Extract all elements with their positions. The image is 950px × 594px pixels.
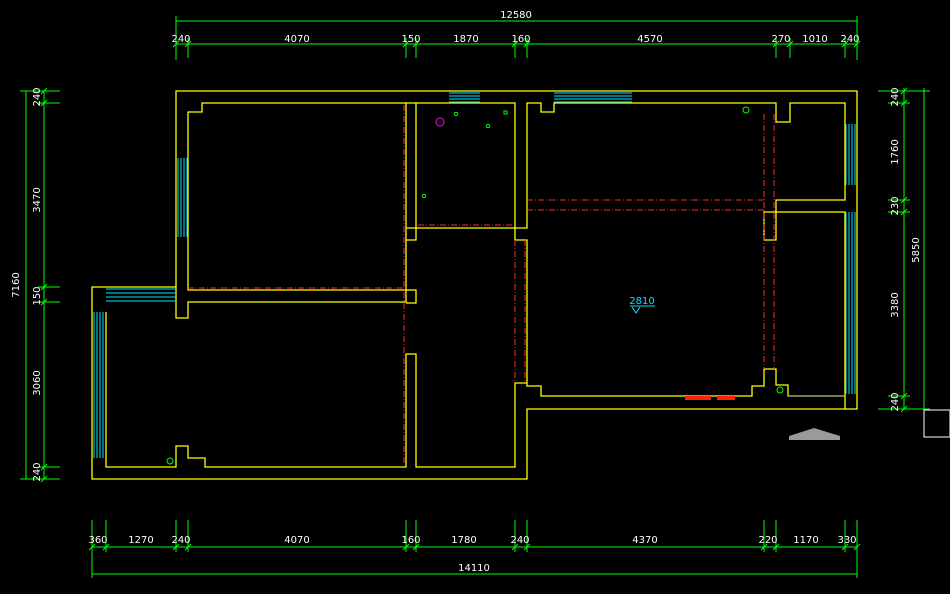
window-right-upper	[845, 124, 856, 185]
dim-left-5: 240	[32, 462, 43, 481]
radiator-icon	[717, 396, 735, 400]
hidden-lines	[188, 105, 775, 465]
walls	[91, 90, 858, 480]
dim-right-5: 240	[890, 392, 901, 411]
dim-top-6: 4570	[637, 34, 662, 45]
top-dimensions: 12580 240 4070 150 1870 160 4570 270 101…	[171, 10, 861, 60]
dim-right-3: 230	[890, 196, 901, 215]
dim-left-3: 150	[32, 286, 43, 305]
dim-bottom-9: 220	[758, 535, 777, 546]
bathroom-wall	[415, 102, 516, 229]
bedroom-divider-wall	[175, 287, 417, 319]
elevation-mark: 2810	[629, 296, 655, 314]
balcony-edge	[788, 395, 846, 409]
dim-right-2: 1760	[890, 139, 901, 164]
dim-right-4: 3380	[890, 292, 901, 317]
right-dimensions: 5850 240 1760 230 3380 240	[878, 87, 950, 438]
dim-bottom-1: 360	[88, 535, 107, 546]
right-total-dimension: 5850	[911, 237, 922, 262]
dim-bottom-2: 1270	[128, 535, 153, 546]
point-icon	[503, 110, 508, 115]
dim-bottom-5: 160	[401, 535, 420, 546]
column-icon	[742, 106, 750, 114]
bedroom-1-inner-wall	[187, 102, 407, 291]
floor-plan-canvas: 2810 12580 240 4070 150 1870 160 4570 27…	[11, 10, 950, 578]
point-icon	[453, 111, 459, 117]
floor-drain-icon	[435, 117, 445, 127]
dim-top-9: 240	[840, 34, 859, 45]
dim-top-5: 160	[511, 34, 530, 45]
dim-bottom-7: 240	[510, 535, 529, 546]
point-icon	[485, 123, 491, 129]
window-top-bathroom	[449, 92, 480, 103]
window-right-lower	[845, 212, 856, 394]
point-icon	[421, 193, 427, 199]
left-dimensions: 7160 240 3470 150 3060 240	[11, 87, 60, 483]
dim-top-2: 4070	[284, 34, 309, 45]
top-total-dimension: 12580	[500, 10, 532, 21]
dim-top-1: 240	[171, 34, 190, 45]
dim-top-3: 150	[401, 34, 420, 45]
bathroom-door-jamb	[406, 102, 417, 241]
bedroom-2-inner-wall	[105, 312, 527, 468]
fixtures	[166, 106, 845, 465]
elevation-triangle-icon	[631, 306, 641, 314]
window-top-living	[554, 92, 632, 103]
dim-top-7: 270	[771, 34, 790, 45]
left-total-dimension: 7160	[11, 272, 22, 297]
dim-left-4: 3060	[32, 370, 43, 395]
column-icon	[166, 457, 174, 465]
dim-right-1: 240	[890, 87, 901, 106]
dim-bottom-8: 4370	[632, 535, 657, 546]
column-icon	[776, 386, 784, 394]
dim-bottom-4: 4070	[284, 535, 309, 546]
dim-bottom-3: 240	[171, 535, 190, 546]
window-bay-top	[106, 288, 176, 302]
dim-bottom-10: 1170	[793, 535, 818, 546]
window-left-bedroom-1	[177, 158, 188, 237]
dim-left-1: 240	[32, 87, 43, 106]
living-room-inner-wall	[514, 102, 846, 397]
dim-left-2: 3470	[32, 187, 43, 212]
cursor-box	[923, 409, 950, 438]
windows	[93, 92, 856, 458]
bottom-dimensions: 14110 360 1270 240 4070 160 1780 240 437…	[88, 520, 861, 578]
entrance-arrow-icon	[789, 428, 840, 440]
window-bay-left	[93, 312, 104, 458]
radiator-icon	[685, 396, 711, 400]
dim-bottom-11: 330	[837, 535, 856, 546]
dim-top-4: 1870	[453, 34, 478, 45]
bottom-total-dimension: 14110	[458, 563, 490, 574]
dim-top-8: 1010	[802, 34, 827, 45]
dim-bottom-6: 1780	[451, 535, 476, 546]
outer-wall-outline	[91, 90, 858, 480]
elevation-label: 2810	[629, 296, 654, 307]
